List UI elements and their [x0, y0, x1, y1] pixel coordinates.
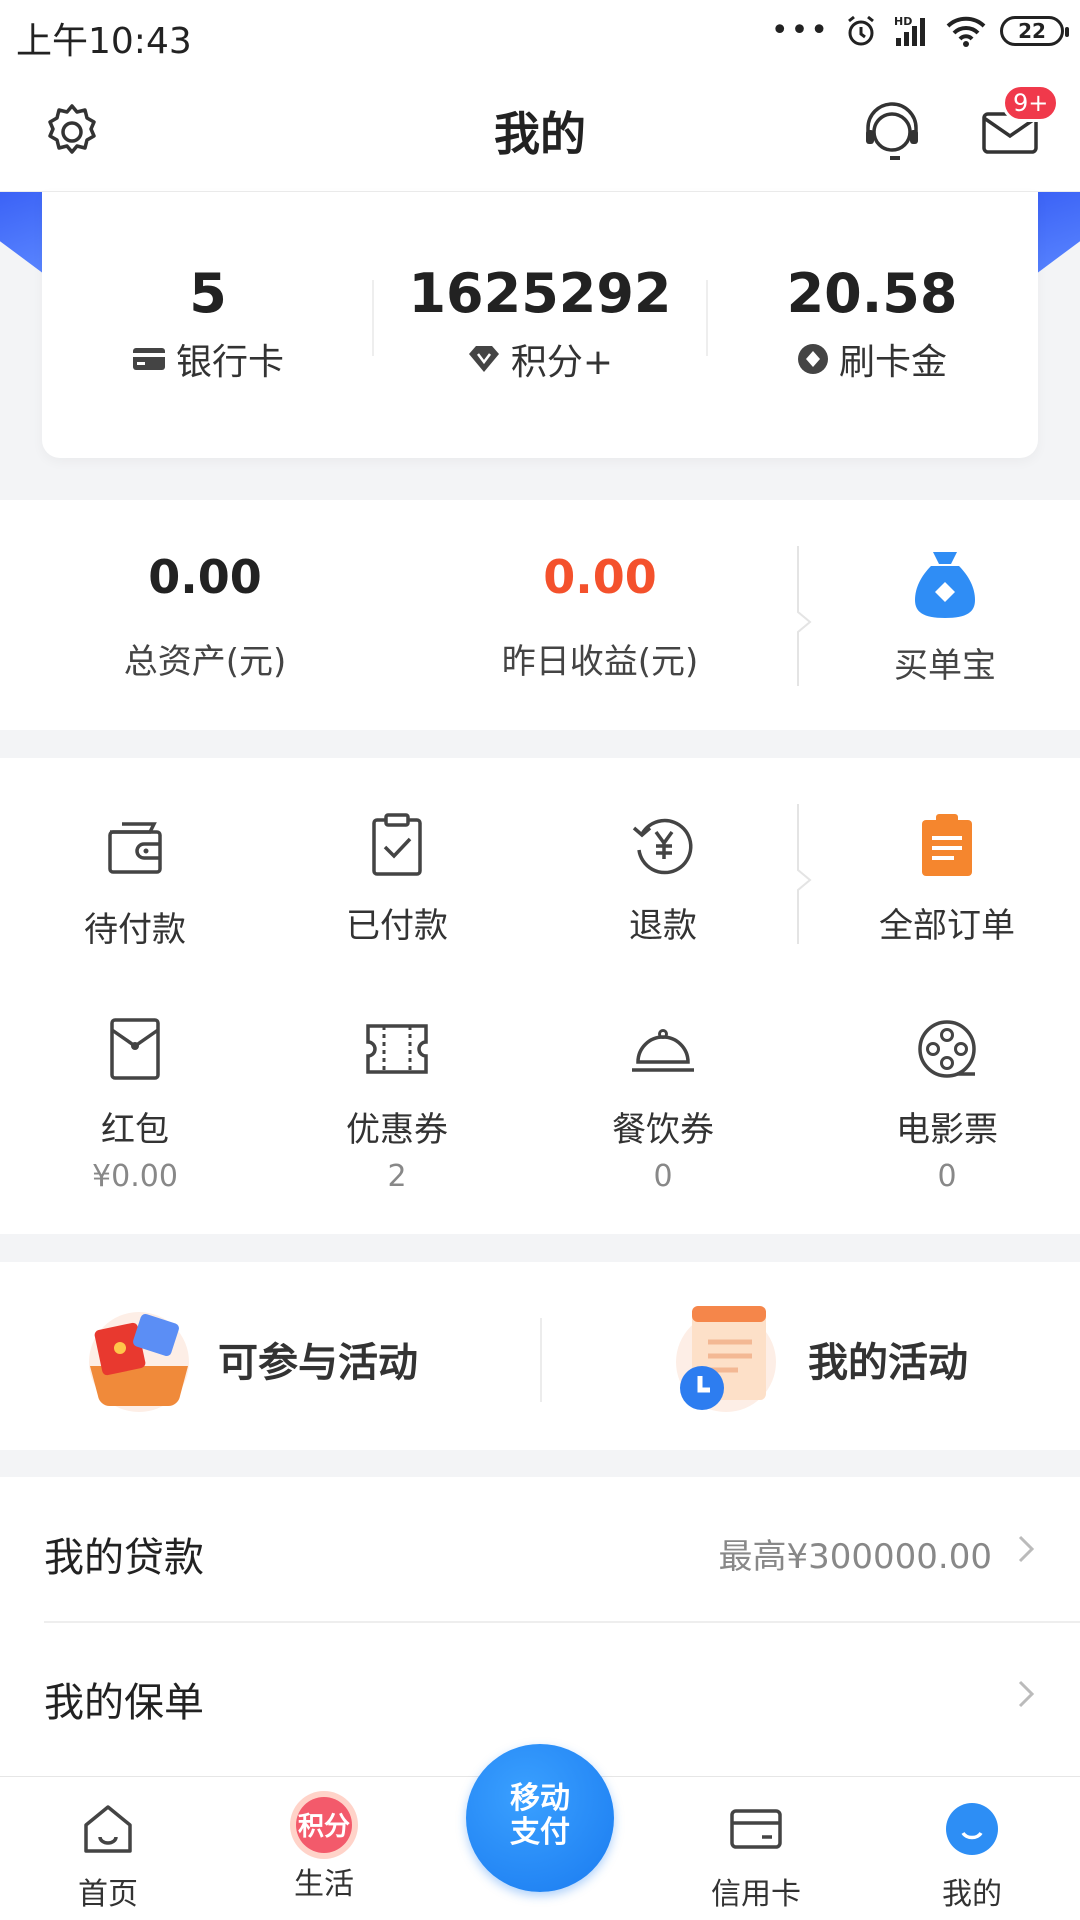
- stat-label: 刷卡金: [838, 342, 947, 383]
- clipboard-check-icon: [372, 813, 422, 876]
- refund-yen-icon: [632, 818, 693, 875]
- chevron-right-icon: [1018, 1680, 1035, 1708]
- tab-mine[interactable]: 我的: [864, 1777, 1080, 1920]
- coupon-dining[interactable]: 餐饮券 0: [528, 1014, 798, 1194]
- wifi-icon: [946, 16, 986, 47]
- list-item-label: 我的贷款: [44, 1535, 204, 1581]
- order-refund[interactable]: 退款: [528, 810, 798, 947]
- coupon-value: ¥0.00: [92, 1159, 178, 1194]
- film-reel-icon: [918, 1020, 976, 1078]
- coupon-value: 2: [387, 1159, 407, 1194]
- more-dots-icon: •••: [770, 13, 830, 48]
- status-icons: ••• HD 22: [770, 13, 1069, 48]
- activity-mine[interactable]: 我的活动: [542, 1262, 1080, 1450]
- coupon-movie[interactable]: 电影票 0: [812, 1014, 1080, 1194]
- decor-blue-left: [0, 192, 44, 274]
- customer-service-icon[interactable]: [860, 100, 924, 164]
- stat-label: 积分+: [510, 342, 614, 383]
- coupon-label: 红包: [101, 1110, 169, 1150]
- red-packet-icon: [110, 1018, 160, 1080]
- maidanbao-entry[interactable]: 买单宝: [860, 548, 1030, 687]
- tab-home[interactable]: 首页: [0, 1777, 216, 1920]
- menu-list: 我的贷款 最高¥300000.00 我的保单: [0, 1477, 1080, 1777]
- battery-icon: 22: [1000, 16, 1069, 46]
- ticket-icon: [366, 1024, 428, 1074]
- pay-label-line1: 移动: [510, 1781, 570, 1816]
- points-badge-icon: 积分: [290, 1791, 358, 1859]
- home-icon: [84, 1805, 132, 1853]
- yesterday-income[interactable]: 0.00 昨日收益(元): [480, 550, 720, 683]
- list-item-label: 我的保单: [44, 1680, 204, 1726]
- total-assets-label: 总资产(元): [123, 642, 287, 682]
- list-item-value: 最高¥300000.00: [718, 1537, 993, 1577]
- coupon-label: 优惠券: [346, 1110, 448, 1150]
- message-badge: 9+: [1002, 84, 1060, 122]
- coupon-label: 电影票: [896, 1110, 998, 1150]
- dining-cloche-icon: [632, 1029, 694, 1072]
- wallet-icon: [108, 822, 162, 874]
- order-pending-label: 待付款: [84, 910, 186, 950]
- stat-card-gold[interactable]: 20.58 刷卡金: [706, 262, 1038, 385]
- assets-section: 0.00 总资产(元) 0.00 昨日收益(元) 买单宝: [0, 500, 1080, 730]
- coupon-discount[interactable]: 优惠券 2: [262, 1014, 532, 1194]
- tab-label: 信用卡: [711, 1877, 801, 1912]
- activity-gift-icon: [89, 1312, 189, 1412]
- stat-value: 1625292: [408, 262, 672, 325]
- orders-clipboard-icon: [922, 814, 972, 876]
- order-paid[interactable]: 已付款: [262, 810, 532, 947]
- card-icon: [132, 348, 165, 370]
- svg-text:HD: HD: [894, 15, 912, 28]
- tab-label: 首页: [78, 1877, 138, 1912]
- orders-section: 待付款 已付款 退款 全部订单 红包 ¥0.00 优惠券 2 餐饮券 0 电影票…: [0, 758, 1080, 1234]
- tab-life[interactable]: 积分 生活: [216, 1777, 432, 1920]
- total-assets[interactable]: 0.00 总资产(元): [80, 550, 330, 683]
- coupon-label: 餐饮券: [612, 1110, 714, 1150]
- activity-available[interactable]: 可参与活动: [0, 1262, 540, 1450]
- activity-document-clock-icon: [676, 1306, 776, 1412]
- credit-card-icon: [730, 1809, 782, 1849]
- stat-value: 5: [189, 262, 227, 325]
- tab-label: 生活: [294, 1867, 354, 1902]
- list-item-loan[interactable]: 我的贷款 最高¥300000.00: [0, 1477, 1080, 1621]
- tab-credit-card[interactable]: 信用卡: [648, 1777, 864, 1920]
- order-all-label: 全部订单: [879, 906, 1015, 946]
- coupon-value: 0: [937, 1159, 957, 1194]
- total-assets-value: 0.00: [148, 550, 262, 604]
- order-all[interactable]: 全部订单: [812, 810, 1080, 947]
- activities-section: 可参与活动 我的活动: [0, 1262, 1080, 1450]
- activity-available-label: 可参与活动: [218, 1340, 418, 1386]
- decor-blue-right: [1036, 192, 1080, 274]
- alarm-icon: [848, 15, 874, 46]
- status-time: 上午10:43: [16, 21, 192, 62]
- diamond-icon: [468, 346, 499, 372]
- chevron-right-icon: [1018, 1535, 1035, 1563]
- stat-points[interactable]: 1625292 积分+: [374, 262, 706, 385]
- mobile-pay-button[interactable]: 移动 支付: [466, 1744, 614, 1892]
- order-pending[interactable]: 待付款: [0, 814, 270, 951]
- order-paid-label: 已付款: [346, 906, 448, 946]
- signal-icon: HD: [894, 15, 925, 46]
- section-divider-arrow: [797, 546, 812, 686]
- maidanbao-label: 买单宝: [894, 646, 996, 686]
- activity-mine-label: 我的活动: [808, 1340, 968, 1386]
- header: 我的: [0, 70, 1080, 192]
- tab-label: 我的: [942, 1877, 1002, 1912]
- stat-bank-cards[interactable]: 5 银行卡: [42, 262, 374, 385]
- pay-label-line2: 支付: [510, 1815, 570, 1850]
- coupon-value: 0: [653, 1159, 673, 1194]
- order-refund-label: 退款: [629, 906, 697, 946]
- yesterday-income-label: 昨日收益(元): [501, 642, 699, 682]
- coin-icon: [797, 344, 828, 374]
- stat-label: 银行卡: [175, 342, 284, 383]
- status-bar: 上午10:43 ••• HD 22: [0, 0, 1080, 70]
- yesterday-income-value: 0.00: [543, 550, 657, 604]
- stats-card: 5 银行卡 1625292 积分+ 20.58 刷卡金: [42, 192, 1038, 458]
- coupon-red-packet[interactable]: 红包 ¥0.00: [0, 1014, 270, 1194]
- stat-value: 20.58: [786, 262, 958, 325]
- maidanbao-bag-icon: [915, 552, 975, 618]
- svg-text:积分: 积分: [298, 1812, 350, 1842]
- mine-smile-icon: [946, 1803, 998, 1855]
